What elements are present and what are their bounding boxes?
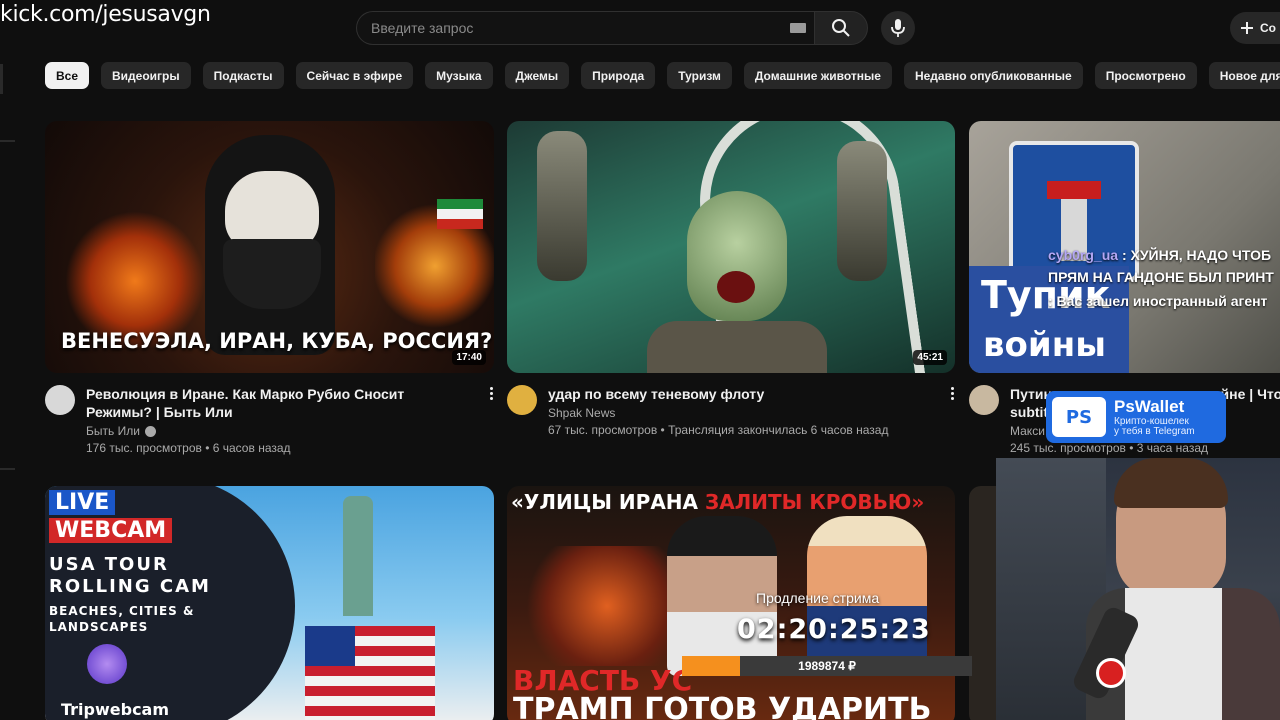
search-button[interactable] — [814, 11, 868, 45]
video-stats: 67 тыс. просмотров • Трансляция закончил… — [548, 423, 889, 437]
chip-podcasts[interactable]: Подкасты — [202, 62, 284, 89]
chip-videogames[interactable]: Видеоигры — [101, 62, 191, 89]
video-card[interactable]: 45:21 удар по всему теневому флоту Shpak… — [507, 121, 955, 437]
video-stats: 176 тыс. просмотров • 6 часов назад — [86, 441, 291, 455]
suit — [647, 321, 827, 373]
chip-pets[interactable]: Домашние животные — [743, 62, 892, 89]
channel-avatar[interactable] — [969, 385, 999, 415]
headline-part-1: «УЛИЦЫ ИРАНА — [511, 490, 705, 514]
chat-username: cyb0rg_ua — [1048, 247, 1119, 263]
pswallet-ad: PS PsWallet Крипто-кошелек у тебя в Tele… — [1046, 391, 1226, 443]
zombie-mouth — [717, 271, 755, 303]
video-thumbnail[interactable]: 45:21 — [507, 121, 955, 373]
video-stats: 245 тыс. просмотров • 3 часа назад — [1010, 441, 1209, 455]
filter-chips: Все Видеоигры Подкасты Сейчас в эфире Му… — [45, 62, 1280, 89]
channel-name-row: Быть Или — [86, 424, 494, 438]
create-button[interactable]: Со — [1230, 12, 1280, 44]
search-input[interactable] — [371, 20, 771, 36]
create-label: Со — [1260, 21, 1276, 35]
verified-icon — [144, 425, 156, 437]
stream-timer: 02:20:25:23 — [737, 614, 931, 645]
video-thumbnail[interactable]: LIVE WEBCAM USA TOUR ROLLING CAM BEACHES… — [45, 486, 494, 720]
video-card[interactable]: LIVE WEBCAM USA TOUR ROLLING CAM BEACHES… — [45, 486, 494, 720]
chip-recently-uploaded[interactable]: Недавно опубликованные — [903, 62, 1083, 89]
more-options-icon[interactable] — [949, 387, 955, 400]
thumbnail-headline: ВЕНЕСУЭЛА, ИРАН, КУБА, РОССИЯ? — [61, 329, 493, 353]
channel-name[interactable]: Shpak News — [548, 406, 615, 420]
video-thumbnail[interactable] — [969, 486, 999, 720]
chat-message: : Вас зашел иностранный агент — [1048, 290, 1280, 312]
video-duration: 45:21 — [913, 350, 947, 365]
live-label: LIVE — [49, 490, 116, 515]
donation-progress-bar: 1989874 ₽ — [682, 656, 972, 676]
stream-url-overlay: kick.com/jesusavgn — [0, 2, 211, 27]
channel-name-row: Shpak News — [548, 406, 955, 420]
chip-music[interactable]: Музыка — [425, 62, 493, 89]
channel-avatar[interactable] — [507, 385, 537, 415]
ad-sub-2: у тебя в Telegram — [1114, 426, 1195, 437]
thumb-line-2: ROLLING CAM — [49, 576, 211, 597]
thumb-line-3: BEACHES, CITIES & — [49, 604, 195, 618]
thumb-line-1: USA TOUR — [49, 554, 169, 575]
video-title[interactable]: удар по всему теневому флоту — [548, 385, 955, 403]
mic-badge — [1096, 658, 1126, 688]
search-box[interactable] — [356, 11, 814, 45]
fire-scene — [527, 546, 687, 666]
road-sign-red — [1047, 181, 1101, 199]
flag — [437, 199, 483, 229]
video-card[interactable]: ВЕНЕСУЭЛА, ИРАН, КУБА, РОССИЯ? 17:40 Рев… — [45, 121, 494, 455]
video-card[interactable] — [969, 486, 999, 720]
streamer-webcam — [996, 458, 1280, 720]
statue — [343, 496, 373, 616]
chip-all[interactable]: Все — [45, 62, 90, 89]
search-bar — [356, 11, 868, 45]
thumbnail-headline: «УЛИЦЫ ИРАНА ЗАЛИТЫ КРОВЬЮ» — [511, 490, 924, 514]
extend-stream-label: Продление стрима — [756, 590, 880, 606]
microphone-icon — [891, 19, 905, 37]
video-thumbnail[interactable]: ВЕНЕСУЭЛА, ИРАН, КУБА, РОССИЯ? 17:40 — [45, 121, 494, 373]
channel-name[interactable]: Быть Или — [86, 424, 140, 438]
rail-divider — [0, 140, 15, 142]
donation-amount: 1989874 ₽ — [798, 659, 856, 673]
skull-drip — [537, 131, 587, 281]
video-title[interactable]: Революция в Иране. Как Марко Рубио Сноси… — [86, 385, 494, 421]
ad-name: PsWallet — [1114, 397, 1185, 416]
thumbnail-text-2: войны — [983, 325, 1106, 365]
streamer-hair — [1114, 458, 1228, 508]
voice-search-button[interactable] — [881, 11, 915, 45]
webcam-label: WEBCAM — [49, 518, 173, 543]
rail-divider — [0, 468, 15, 470]
video-duration: 17:40 — [452, 350, 486, 365]
stream-chat: cyb0rg_ua : ХУЙНЯ, НАДО ЧТОБ ПРЯМ НА ГАН… — [1048, 244, 1280, 312]
chip-watched[interactable]: Просмотрено — [1094, 62, 1197, 89]
chip-nature[interactable]: Природа — [581, 62, 656, 89]
chat-text: : Вас зашел иностранный агент — [1048, 293, 1268, 309]
thumb-line-4: LANDSCAPES — [49, 620, 149, 634]
chip-new-for-you[interactable]: Новое для вас — [1208, 62, 1280, 89]
search-icon — [832, 19, 850, 37]
channel-name[interactable]: Макси — [1010, 424, 1045, 438]
chip-tourism[interactable]: Туризм — [667, 62, 732, 89]
channel-avatar[interactable] — [45, 385, 75, 415]
suitcase-stars — [305, 626, 355, 666]
headline-part-2: ЗАЛИТЫ КРОВЬЮ» — [704, 490, 925, 514]
video-thumbnail[interactable]: «УЛИЦЫ ИРАНА ЗАЛИТЫ КРОВЬЮ» ВЛАСТЬ УС ТР… — [507, 486, 955, 720]
chip-live-now[interactable]: Сейчас в эфире — [295, 62, 414, 89]
skull-drip — [837, 141, 887, 281]
rail-divider — [0, 64, 3, 94]
pswallet-logo: PS — [1052, 397, 1106, 437]
chip-jams[interactable]: Джемы — [504, 62, 570, 89]
more-options-icon[interactable] — [488, 387, 494, 400]
keyboard-icon[interactable] — [790, 23, 806, 33]
video-card[interactable]: «УЛИЦЫ ИРАНА ЗАЛИТЫ КРОВЬЮ» ВЛАСТЬ УС ТР… — [507, 486, 955, 720]
thumb-bottom-2: ТРАМП ГОТОВ УДАРИТЬ — [513, 692, 932, 720]
chat-message: cyb0rg_ua : ХУЙНЯ, НАДО ЧТОБ ПРЯМ НА ГАН… — [1048, 244, 1280, 288]
thumb-brand: Tripwebcam — [61, 700, 170, 719]
globe-logo — [87, 644, 127, 684]
black-balaclava — [223, 239, 321, 309]
plus-icon — [1241, 22, 1253, 34]
